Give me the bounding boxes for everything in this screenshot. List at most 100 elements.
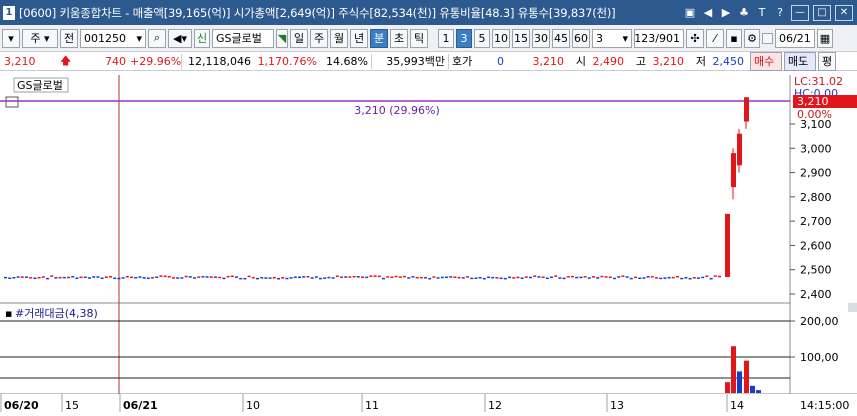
draw-tool-icon[interactable]: ⁄ [706, 28, 724, 48]
flat-candle [709, 277, 713, 280]
flat-candle [302, 276, 306, 278]
save-icon[interactable]: ▪ [726, 28, 742, 48]
count-field[interactable]: 123/901 [634, 28, 684, 48]
flat-candle [289, 277, 293, 279]
period-minute[interactable]: 분 [370, 28, 388, 48]
flat-candle [33, 277, 37, 280]
flat-candle [218, 276, 222, 279]
interval-30[interactable]: 30 [532, 28, 550, 48]
period-month[interactable]: 월 [330, 28, 348, 48]
flat-candle [352, 275, 356, 278]
flat-candle [533, 275, 537, 277]
flat-candle [50, 275, 54, 277]
interval-60[interactable]: 60 [572, 28, 590, 48]
flat-candle [537, 276, 541, 278]
price-tick-label: 2,700 [800, 215, 832, 228]
period-type-select[interactable]: 주 ▾ [22, 28, 58, 48]
flat-candle [470, 277, 474, 280]
eval-button[interactable]: 평 [818, 51, 836, 71]
hoga-label: 호가 [452, 55, 473, 68]
date-checkbox[interactable] [762, 32, 773, 44]
period-type-label: 주 [30, 32, 41, 45]
chart-area[interactable]: GS글로벌 3,210 (29.96%) LC:31.02 HC:0.00 3,… [0, 71, 857, 413]
period-tick[interactable]: 틱 [410, 28, 428, 48]
chart-type-button[interactable]: ▾ [2, 28, 20, 48]
change-rate: +29.96% [130, 54, 182, 68]
flat-candle [705, 275, 709, 278]
calendar-icon[interactable]: ▦ [817, 28, 833, 48]
period-second[interactable]: 초 [390, 28, 408, 48]
flat-candle [445, 276, 448, 279]
period-week[interactable]: 주 [310, 28, 328, 48]
high-value: 3,210 [652, 54, 685, 68]
flat-candle [222, 277, 226, 280]
all-button[interactable]: 전 [60, 28, 78, 48]
x-tick-label: 13 [610, 399, 624, 412]
font-icon[interactable]: T [755, 6, 769, 20]
flat-candle [617, 276, 621, 278]
flat-candle [659, 277, 663, 280]
speaker-icon[interactable]: ◀▾ [168, 28, 192, 48]
interval-1[interactable]: 1 [438, 28, 454, 48]
next-icon[interactable]: ▶ [719, 6, 733, 20]
flat-candle [482, 277, 486, 280]
flat-candle [680, 277, 684, 280]
settings-icon[interactable]: ⚙ [744, 28, 760, 48]
flat-candle [474, 277, 478, 279]
interval-10[interactable]: 10 [492, 28, 510, 48]
chart-svg[interactable]: GS글로벌 3,210 (29.96%) LC:31.02 HC:0.00 3,… [0, 71, 857, 413]
interval-45[interactable]: 45 [552, 28, 570, 48]
screen-icon[interactable]: ▣ [683, 6, 697, 20]
volume-bar [744, 360, 749, 393]
volume-tick-label: 100,00 [800, 351, 839, 364]
link-icon[interactable]: ◥ [276, 28, 288, 48]
prev-icon[interactable]: ◀ [701, 6, 715, 20]
flat-candle [663, 277, 667, 279]
interval-input[interactable]: 3 ▾ [592, 28, 632, 48]
flat-candle [12, 276, 16, 279]
flat-candle [718, 275, 721, 278]
window-title: [0600] 키움종합차트 - 매출액[39,165(억)] 시가총액[2,64… [19, 5, 616, 20]
period-day[interactable]: 일 [290, 28, 308, 48]
low-label: 저 [695, 55, 706, 68]
flat-candle [8, 277, 12, 279]
interval-15[interactable]: 15 [512, 28, 530, 48]
sell-button[interactable]: 매도 [784, 51, 816, 71]
volume-tick-label: 200,00 [800, 315, 839, 328]
minimize-button[interactable]: — [791, 4, 809, 21]
flat-candle [516, 276, 520, 279]
flat-candle [688, 277, 692, 280]
interval-5[interactable]: 5 [474, 28, 490, 48]
maximize-button[interactable]: □ [813, 4, 831, 21]
flat-candle [520, 277, 524, 280]
spike-candle [737, 133, 742, 166]
price-tick-label: 2,800 [800, 191, 832, 204]
flat-candle [613, 277, 616, 280]
help-icon[interactable]: ? [773, 6, 787, 20]
period-year[interactable]: 년 [350, 28, 368, 48]
flat-candle [432, 276, 436, 278]
flat-candle [109, 275, 112, 278]
flat-candle [449, 276, 453, 278]
interval-3[interactable]: 3 [456, 28, 472, 48]
flat-candle [226, 275, 230, 278]
flat-candle [71, 276, 75, 278]
flat-candle [495, 277, 499, 279]
stock-code-input[interactable]: 001250 ▾ [80, 28, 146, 48]
open-label: 시 [575, 55, 586, 68]
flat-candle [558, 277, 562, 279]
buy-button[interactable]: 매수 [750, 51, 782, 71]
flat-candle [478, 276, 482, 279]
close-button[interactable]: ✕ [835, 4, 853, 21]
flat-candle [67, 276, 70, 279]
search-icon[interactable]: ⌕ [148, 28, 166, 48]
price-tick-label: 3,000 [800, 142, 832, 155]
candle-tool-icon[interactable]: ✣ [686, 28, 704, 48]
flat-candle [260, 277, 264, 279]
flat-candle [457, 276, 461, 279]
flat-candle [20, 276, 24, 278]
panel-close-icon[interactable] [848, 303, 857, 312]
panel-grid-icon[interactable] [5, 96, 19, 108]
date-field[interactable]: 06/21 [775, 28, 815, 48]
club-icon[interactable]: ♣ [737, 6, 751, 20]
